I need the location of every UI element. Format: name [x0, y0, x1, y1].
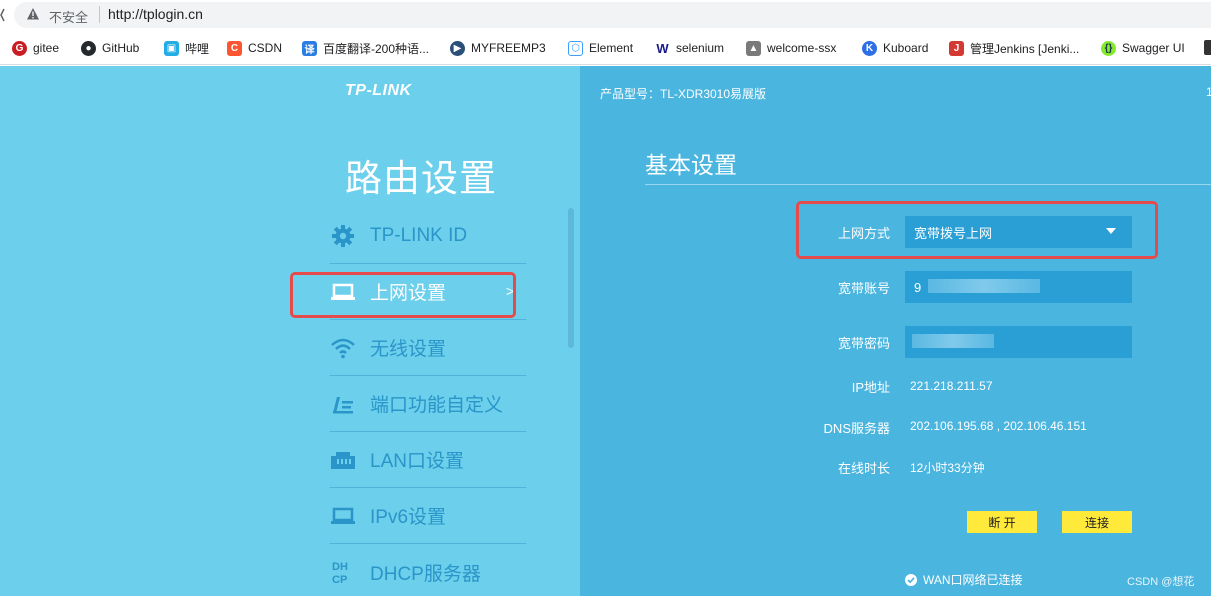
check-circle-icon — [905, 573, 917, 586]
gear-icon — [330, 223, 356, 249]
menu-item-wireless[interactable]: 无线设置 — [330, 320, 526, 376]
github-icon: ● — [81, 40, 96, 56]
divider — [645, 184, 1211, 185]
bilibili-icon: ▣ — [164, 40, 179, 56]
bookmark-label: MYFREEMP3 — [471, 41, 546, 55]
tplink-logo: TP-LINK — [345, 82, 412, 99]
router-page: TP-LINK 路由设置 TP-LINK ID 上网设置 > 无线设置 端口功能… — [0, 66, 1211, 596]
account-label: 宽带账号 — [837, 281, 890, 296]
element-icon: ⬡ — [568, 40, 583, 56]
bookmark-baidu-translate[interactable]: 译 百度翻译-200种语... — [302, 39, 429, 57]
bookmark-myfreemp3[interactable]: ▶ MYFREEMP3 — [450, 39, 546, 57]
wifi-icon — [330, 335, 356, 361]
blurred-region — [912, 334, 994, 348]
connect-button[interactable]: 连接 — [1062, 511, 1132, 533]
disconnect-button[interactable]: 断 开 — [967, 511, 1037, 533]
bookmark-label: Kuboard — [883, 41, 929, 55]
top-right-text[interactable]: 1 — [1206, 85, 1211, 99]
content-panel: 产品型号：TL-XDR3010易展版 1 基本设置 上网方式 宽带拨号上网 宽带… — [580, 66, 1211, 596]
account-value: 9 — [914, 279, 922, 295]
bookmark-label: 管理Jenkins [Jenki... — [970, 41, 1080, 56]
bookmark-swagger[interactable]: {} Swagger UI — [1101, 39, 1185, 57]
back-arrow-icon[interactable] — [0, 8, 5, 22]
bookmark-label: gitee — [33, 41, 60, 55]
ip-value: 221.218.211.57 — [910, 379, 993, 393]
menu-scrollbar[interactable] — [568, 208, 574, 348]
security-label[interactable]: 不安全 — [49, 7, 88, 26]
bookmark-label: selenium — [676, 41, 725, 55]
menu-item-lan[interactable]: LAN口设置 — [330, 432, 526, 488]
bookmark-label: Swagger UI — [1122, 41, 1185, 55]
menu-label: LAN口设置 — [370, 451, 464, 472]
lan-port-icon — [330, 447, 356, 473]
address-bar: 不安全 http://tplogin.cn — [0, 0, 1211, 30]
bookmark-label: welcome-ssx — [767, 41, 837, 55]
myfreemp3-icon: ▶ — [450, 40, 465, 56]
password-label: 宽带密码 — [837, 336, 890, 351]
svg-text:DH: DH — [332, 561, 348, 573]
kuboard-icon: K — [862, 40, 877, 56]
bookmark-csdn[interactable]: C CSDN — [227, 39, 282, 57]
swagger-icon: {} — [1101, 40, 1116, 56]
bookmark-kuboard[interactable]: K Kuboard — [862, 39, 928, 57]
port-custom-icon — [330, 391, 356, 417]
bookmarks-bar: G gitee ● GitHub ▣ 哔哩 C CSDN 译 百度翻译-200种… — [0, 30, 1211, 65]
svg-text:CP: CP — [332, 574, 347, 585]
bookmark-element[interactable]: ⬡ Element — [568, 39, 633, 57]
wan-status-text: WAN口网络已连接 — [923, 573, 1023, 587]
menu-item-tplink-id[interactable]: TP-LINK ID — [330, 208, 526, 264]
uptime-label: 在线时长 — [837, 461, 890, 476]
bookmark-bilibili[interactable]: ▣ 哔哩 — [164, 39, 209, 57]
url-text[interactable]: http://tplogin.cn — [108, 6, 203, 22]
bookmark-label: 百度翻译-200种语... — [323, 41, 430, 56]
warning-icon[interactable] — [26, 7, 40, 21]
dns-value: 202.106.195.68 , 202.106.46.151 — [910, 419, 1087, 433]
bookmark-label: 哔哩 — [185, 41, 210, 56]
menu-item-port-custom[interactable]: 端口功能自定义 — [330, 376, 526, 432]
highlight-box — [290, 272, 516, 318]
bookmark-label: Element — [589, 41, 634, 55]
welcome-ssx-icon: ▲ — [746, 40, 761, 56]
baidu-translate-icon: 译 — [302, 40, 317, 56]
ip-label: IP地址 — [851, 380, 890, 395]
menu-label: 端口功能自定义 — [370, 395, 504, 416]
gitee-icon: G — [12, 40, 27, 56]
highlight-box — [796, 201, 1158, 259]
laptop-icon — [330, 503, 356, 529]
bookmark-github[interactable]: ● GitHub — [81, 39, 139, 57]
menu-label: 无线设置 — [370, 339, 447, 360]
menu-item-ipv6[interactable]: IPv6设置 — [330, 488, 526, 544]
menu-item-dhcp[interactable]: DH CP DHCP服务器 — [330, 544, 526, 596]
bookmark-selenium[interactable]: W selenium — [655, 39, 724, 57]
dhcp-icon: DH CP — [330, 559, 356, 585]
bookmark-gitee[interactable]: G gitee — [12, 39, 59, 57]
blurred-region — [928, 279, 1040, 293]
bookmark-welcome-ssx[interactable]: ▲ welcome-ssx — [746, 39, 836, 57]
divider — [99, 6, 100, 23]
bookmark-jenkins[interactable]: J 管理Jenkins [Jenki... — [949, 39, 1079, 57]
jenkins-icon: J — [949, 40, 964, 56]
menu-label: IPv6设置 — [370, 507, 447, 528]
selenium-icon: W — [655, 40, 670, 56]
section-title: 基本设置 — [645, 152, 737, 178]
menu-label: TP-LINK ID — [370, 224, 468, 246]
bookmark-label: CSDN — [248, 41, 283, 55]
dns-label: DNS服务器 — [823, 421, 890, 436]
menu-label: DHCP服务器 — [370, 563, 481, 585]
page-title: 路由设置 — [345, 158, 497, 199]
uptime-value: 12小时33分钟 — [910, 461, 985, 475]
bookmark-overflow-icon[interactable] — [1204, 40, 1211, 55]
wan-status: WAN口网络已连接 — [905, 571, 1023, 588]
watermark: CSDN @想花 — [1127, 576, 1195, 588]
model-label: 产品型号：TL-XDR3010易展版 — [600, 87, 767, 101]
csdn-icon: C — [227, 40, 242, 56]
bookmark-label: GitHub — [102, 41, 140, 55]
